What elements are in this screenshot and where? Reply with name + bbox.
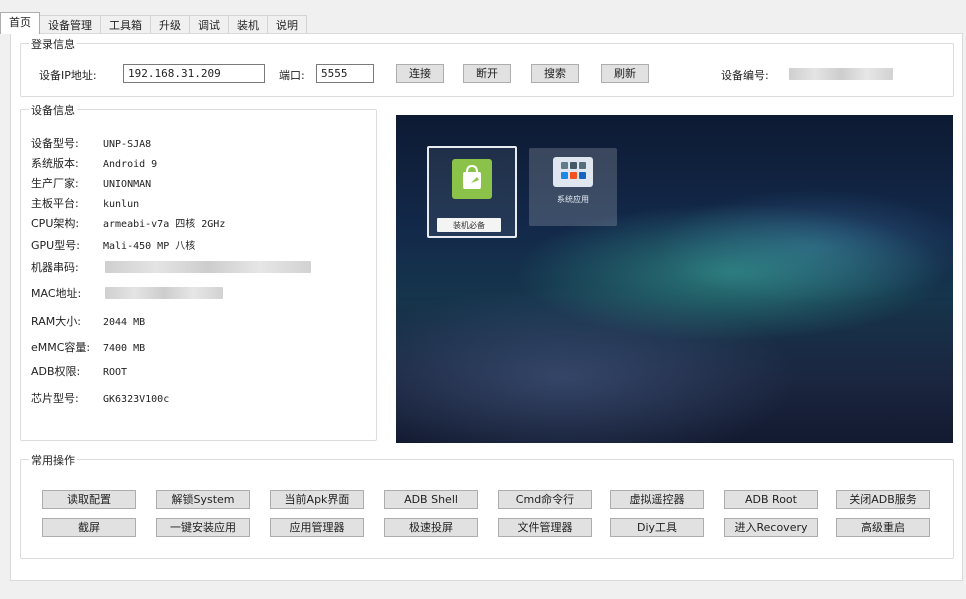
common-ops-group: 常用操作 bbox=[20, 452, 954, 559]
tab-debug[interactable]: 调试 bbox=[189, 15, 229, 34]
info-key: GPU型号: bbox=[31, 239, 80, 252]
info-value: kunlun bbox=[103, 199, 140, 210]
info-key: 系统版本: bbox=[31, 157, 79, 170]
fast-cast-button[interactable]: 极速投屏 bbox=[384, 518, 478, 537]
tab-install[interactable]: 装机 bbox=[228, 15, 268, 34]
advanced-reboot-button[interactable]: 高级重启 bbox=[836, 518, 930, 537]
unlock-system-button[interactable]: 解锁System bbox=[156, 490, 250, 509]
tab-home[interactable]: 首页 bbox=[0, 12, 40, 34]
bag-icon bbox=[452, 159, 492, 199]
app-tile-install-essentials[interactable]: 装机必备 bbox=[427, 146, 517, 238]
diy-tools-button[interactable]: Diy工具 bbox=[610, 518, 704, 537]
adb-shell-button[interactable]: ADB Shell bbox=[384, 490, 478, 509]
device-screen-preview[interactable]: 装机必备 系统应用 bbox=[396, 115, 953, 443]
connect-button[interactable]: 连接 bbox=[396, 64, 444, 83]
info-row-mac: MAC地址: bbox=[31, 285, 103, 301]
info-row-serial: 机器串码: bbox=[31, 259, 103, 275]
info-row-model: 设备型号: UNP-SJA8 bbox=[31, 135, 151, 151]
info-row-os: 系统版本: Android 9 bbox=[31, 155, 157, 171]
cmd-button[interactable]: Cmd命令行 bbox=[498, 490, 592, 509]
serial-value-redacted bbox=[789, 68, 893, 80]
port-label: 端口: bbox=[279, 69, 305, 82]
one-click-install-button[interactable]: 一键安装应用 bbox=[156, 518, 250, 537]
file-manager-button[interactable]: 文件管理器 bbox=[498, 518, 592, 537]
ip-label: 设备IP地址: bbox=[39, 69, 97, 82]
refresh-button[interactable]: 刷新 bbox=[601, 64, 649, 83]
info-value: UNIONMAN bbox=[103, 179, 152, 190]
virtual-remote-button[interactable]: 虚拟遥控器 bbox=[610, 490, 704, 509]
machine-serial-redacted bbox=[105, 261, 311, 273]
info-row-chip: 芯片型号: GK6323V100c bbox=[31, 390, 169, 406]
device-info-title: 设备信息 bbox=[29, 102, 77, 118]
port-input[interactable]: 5555 bbox=[316, 64, 374, 83]
info-key: MAC地址: bbox=[31, 287, 82, 300]
current-apk-button[interactable]: 当前Apk界面 bbox=[270, 490, 364, 509]
adb-root-button[interactable]: ADB Root bbox=[724, 490, 818, 509]
app-manager-button[interactable]: 应用管理器 bbox=[270, 518, 364, 537]
info-value: Mali-450 MP 八核 bbox=[103, 241, 196, 252]
info-row-adb: ADB权限: ROOT bbox=[31, 363, 127, 379]
app-tile-system-apps[interactable]: 系统应用 bbox=[529, 148, 617, 226]
info-row-cpu: CPU架构: armeabi-v7a 四核 2GHz bbox=[31, 215, 225, 231]
app-label-box: 装机必备 bbox=[437, 218, 501, 232]
enter-recovery-button[interactable]: 进入Recovery bbox=[724, 518, 818, 537]
common-ops-title: 常用操作 bbox=[29, 452, 77, 468]
tab-toolbox[interactable]: 工具箱 bbox=[100, 15, 151, 34]
close-adb-button[interactable]: 关闭ADB服务 bbox=[836, 490, 930, 509]
disconnect-button[interactable]: 断开 bbox=[463, 64, 511, 83]
mac-redacted bbox=[105, 287, 223, 299]
login-group-title: 登录信息 bbox=[29, 36, 77, 52]
info-row-board: 主板平台: kunlun bbox=[31, 195, 139, 211]
tab-device-management[interactable]: 设备管理 bbox=[39, 15, 101, 34]
home-panel: 登录信息 设备IP地址: 192.168.31.209 端口: 5555 连接 … bbox=[10, 33, 963, 581]
info-value: ROOT bbox=[103, 367, 128, 378]
info-key: 主板平台: bbox=[31, 197, 79, 210]
app-grid-icon bbox=[553, 157, 593, 187]
tab-bar: 首页 设备管理 工具箱 升级 调试 装机 说明 bbox=[0, 12, 307, 34]
info-key: 设备型号: bbox=[31, 137, 79, 150]
info-row-emmc: eMMC容量: 7400 MB bbox=[31, 339, 145, 355]
info-key: 生产厂家: bbox=[31, 177, 79, 190]
info-value: Android 9 bbox=[103, 159, 158, 170]
read-config-button[interactable]: 读取配置 bbox=[42, 490, 136, 509]
screenshot-button[interactable]: 截屏 bbox=[42, 518, 136, 537]
tab-help[interactable]: 说明 bbox=[267, 15, 307, 34]
info-value: 2044 MB bbox=[103, 317, 146, 328]
info-key: ADB权限: bbox=[31, 365, 81, 378]
info-value: armeabi-v7a 四核 2GHz bbox=[103, 219, 226, 230]
info-key: eMMC容量: bbox=[31, 341, 91, 354]
info-key: RAM大小: bbox=[31, 315, 81, 328]
info-row-ram: RAM大小: 2044 MB bbox=[31, 313, 145, 329]
info-key: 芯片型号: bbox=[31, 392, 79, 405]
info-row-gpu: GPU型号: Mali-450 MP 八核 bbox=[31, 237, 195, 253]
info-value: UNP-SJA8 bbox=[103, 139, 152, 150]
info-key: 机器串码: bbox=[31, 261, 79, 274]
app-label: 装机必备 bbox=[453, 221, 485, 230]
info-key: CPU架构: bbox=[31, 217, 80, 230]
tab-upgrade[interactable]: 升级 bbox=[150, 15, 190, 34]
info-row-manufacturer: 生产厂家: UNIONMAN bbox=[31, 175, 151, 191]
ip-input[interactable]: 192.168.31.209 bbox=[123, 64, 265, 83]
serial-label: 设备编号: bbox=[721, 69, 769, 82]
app-label: 系统应用 bbox=[557, 195, 589, 204]
search-button[interactable]: 搜索 bbox=[531, 64, 579, 83]
info-value: 7400 MB bbox=[103, 343, 146, 354]
info-value: GK6323V100c bbox=[103, 394, 170, 405]
